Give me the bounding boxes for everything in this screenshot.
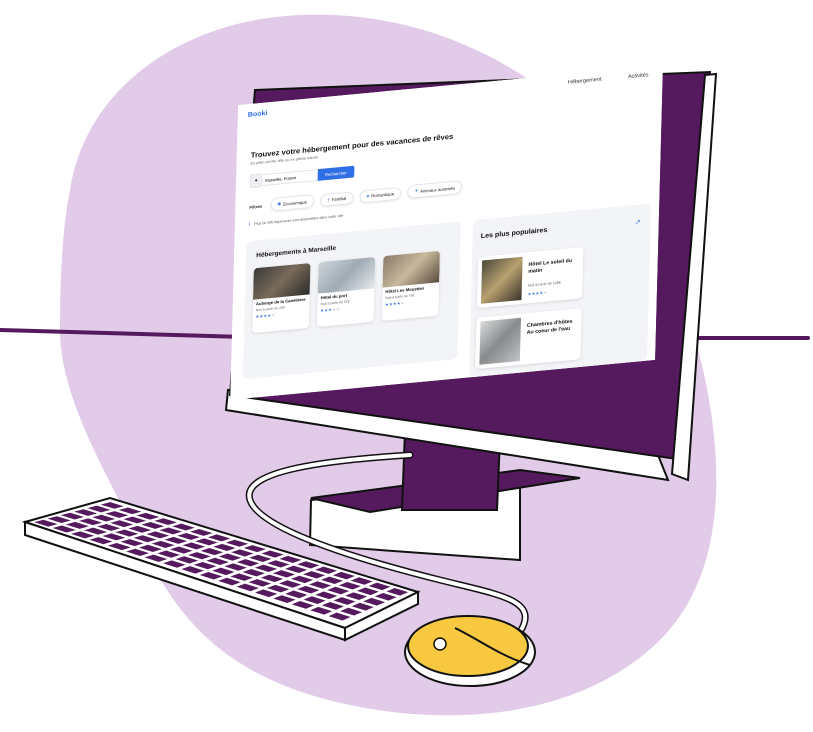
hotel-photo (382, 250, 441, 288)
filter-animaux[interactable]: ✦ Animaux autorisés (407, 180, 463, 199)
filter-familial[interactable]: † Familial (319, 190, 354, 207)
money-icon: ◉ (277, 200, 282, 207)
listing-card[interactable]: Auberge de la Canebiere Nuit à partir de… (252, 262, 311, 334)
heart-icon: ♥ (366, 193, 370, 199)
listing-panel: Hébergements à Marseille Auberge de la C… (242, 221, 461, 380)
map-pin-icon: ● (249, 173, 262, 189)
hero-section: Trouvez votre hébergement pour des vacan… (251, 132, 454, 166)
brand-logo[interactable]: Booki (248, 110, 268, 119)
main-nav: Hébergement Activités (568, 72, 649, 85)
mouse (404, 615, 536, 687)
listing-card[interactable]: Hôtel du port Nuit à partir de 52€ ★★★★★ (316, 256, 376, 328)
hotel-photo (317, 256, 376, 294)
filters-label: Filtres (249, 203, 263, 210)
popular-card[interactable]: Hôtel Le soleil du matin Nuit à partir d… (476, 247, 584, 309)
nav-item-hebergement[interactable]: Hébergement (568, 77, 602, 86)
trending-up-icon: ↗ (634, 219, 641, 227)
search-button[interactable]: Rechercher (317, 165, 355, 181)
filter-romantique[interactable]: ♥ Romantique (359, 186, 402, 203)
nav-item-activites[interactable]: Activités (628, 72, 649, 80)
paw-icon: ✦ (414, 188, 419, 194)
search-bar: ● Rechercher (249, 165, 355, 189)
hotel-photo (481, 256, 523, 304)
family-icon: † (327, 196, 330, 203)
rating-stars: ★★★★★ (527, 289, 548, 297)
filter-economique[interactable]: ◉ Économique (270, 193, 315, 212)
info-icon: i (248, 221, 251, 227)
popular-panel: Les plus populaires ↗ Hôtel Le soleil du… (468, 203, 652, 378)
hotel-photo (479, 317, 522, 365)
info-message: i Plus de 500 logements sont disponibles… (248, 213, 344, 227)
booki-website: Booki Hébergement Activités Trouvez votr… (230, 65, 663, 400)
hotel-photo (252, 262, 311, 300)
search-input[interactable] (261, 169, 319, 187)
monitor-screen: Booki Hébergement Activités Trouvez votr… (230, 65, 663, 400)
popular-card[interactable]: Chambres d'hôtes Au coeur de l'eau (475, 308, 582, 370)
popular-title: Les plus populaires (480, 226, 548, 241)
listing-title: Hébergements à Marseille (256, 244, 337, 260)
listing-card[interactable]: Hôtel Les Mouettes Nuit à partir de 76€ … (381, 250, 441, 322)
